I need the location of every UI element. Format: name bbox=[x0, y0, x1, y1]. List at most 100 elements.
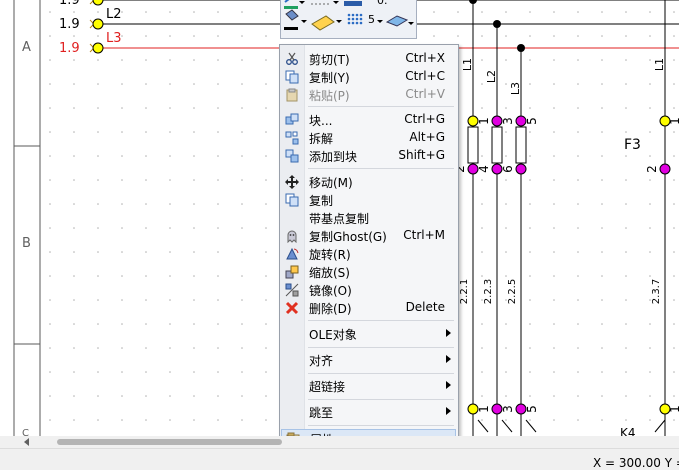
menu-item-label: 粘贴(P) bbox=[309, 89, 350, 103]
grid-dot bbox=[169, 371, 171, 373]
menu-item-align[interactable]: 对齐 bbox=[281, 351, 456, 369]
grid-dot bbox=[625, 419, 627, 421]
menu-item-block[interactable]: 块... Ctrl+G bbox=[281, 111, 456, 129]
grid-dot bbox=[121, 323, 123, 325]
grid-dot bbox=[601, 59, 603, 61]
grid-dot bbox=[529, 323, 531, 325]
chevron-down-icon[interactable] bbox=[299, 1, 305, 4]
grid-dot bbox=[169, 395, 171, 397]
component-label[interactable]: F3 bbox=[624, 137, 641, 153]
grid-value[interactable]: 5 bbox=[368, 13, 375, 26]
line-weight-value[interactable]: 0. bbox=[377, 0, 388, 7]
grid-dot bbox=[97, 275, 99, 277]
scrollbar-thumb[interactable] bbox=[57, 439, 282, 445]
grid-dot bbox=[265, 371, 267, 373]
grid-dot bbox=[49, 299, 51, 301]
menu-item-ole-object[interactable]: OLE对象 bbox=[281, 325, 456, 343]
grid-dot bbox=[649, 107, 651, 109]
layer-icon[interactable] bbox=[385, 15, 409, 27]
menu-item-cut[interactable]: 剪切(T) Ctrl+X bbox=[281, 50, 456, 68]
pen-color-icon[interactable] bbox=[284, 0, 298, 9]
row-value: 1.9 bbox=[59, 0, 80, 8]
grid-icon[interactable] bbox=[347, 13, 363, 25]
grid-dot bbox=[121, 107, 123, 109]
grid-dot bbox=[217, 227, 219, 229]
grid-dot bbox=[625, 35, 627, 37]
grid-dot bbox=[97, 59, 99, 61]
menu-item-label: 块... bbox=[309, 114, 333, 128]
menu-item-scale[interactable]: 缩放(S) bbox=[281, 263, 456, 281]
menu-item-paste[interactable]: 粘贴(P) Ctrl+V bbox=[281, 86, 456, 104]
grid-dot bbox=[529, 275, 531, 277]
menu-item-ghost-copy[interactable]: 复制Ghost(G) Ctrl+M bbox=[281, 227, 456, 245]
chevron-down-icon[interactable] bbox=[377, 20, 383, 23]
fuse-body[interactable] bbox=[491, 126, 503, 164]
grid-dot bbox=[121, 395, 123, 397]
grid-dot bbox=[217, 299, 219, 301]
chevron-down-icon[interactable] bbox=[336, 20, 342, 23]
menu-item-add-to-block[interactable]: 添加到块 Shift+G bbox=[281, 147, 456, 165]
terminal-symbol[interactable] bbox=[89, 18, 104, 30]
grid-dot bbox=[481, 227, 483, 229]
grid-dot bbox=[193, 419, 195, 421]
cross-reference[interactable]: 2.3.7 bbox=[651, 279, 662, 304]
menu-item-hyperlink[interactable]: 超链接 bbox=[281, 377, 456, 395]
menu-item-move[interactable]: 移动(M) bbox=[281, 173, 456, 191]
menu-item-delete[interactable]: 删除(D) Delete bbox=[281, 299, 456, 317]
menu-item-label: 镜像(O) bbox=[309, 284, 352, 298]
grid-dot bbox=[121, 179, 123, 181]
fuse-body[interactable] bbox=[515, 126, 527, 164]
grid-dot bbox=[193, 155, 195, 157]
menu-item-label: 缩放(S) bbox=[309, 266, 350, 280]
grid-dot bbox=[193, 107, 195, 109]
grid-dot bbox=[601, 299, 603, 301]
chevron-down-icon[interactable] bbox=[333, 1, 339, 4]
grid-dot bbox=[601, 11, 603, 13]
cross-reference[interactable]: 2.2.5 bbox=[507, 279, 518, 304]
menu-item-copy-with-base-point[interactable]: 带基点复制 bbox=[281, 209, 456, 227]
terminal-symbol[interactable] bbox=[89, 0, 104, 6]
grid-dot bbox=[217, 203, 219, 205]
row-value: 1.9 bbox=[59, 41, 80, 56]
grid-dot bbox=[73, 299, 75, 301]
terminal-symbol[interactable] bbox=[89, 42, 104, 54]
grid-dot bbox=[673, 155, 675, 157]
grid-dot bbox=[649, 323, 651, 325]
menu-item-shortcut: Alt+G bbox=[409, 130, 445, 144]
grid-dot bbox=[97, 179, 99, 181]
grid-dot bbox=[73, 371, 75, 373]
grid-dot bbox=[193, 203, 195, 205]
menu-item-explode[interactable]: 拆解 Alt+G bbox=[281, 129, 456, 147]
scroll-left-icon[interactable] bbox=[24, 438, 29, 446]
grid-dot bbox=[529, 251, 531, 253]
menu-item-label: 添加到块 bbox=[309, 150, 358, 164]
grid-dot bbox=[577, 11, 579, 13]
horizontal-scrollbar[interactable] bbox=[0, 436, 679, 448]
chevron-down-icon[interactable] bbox=[301, 20, 307, 23]
menu-item-mirror[interactable]: 镜像(O) bbox=[281, 281, 456, 299]
fill-color-icon[interactable] bbox=[284, 9, 299, 30]
grid-dot bbox=[577, 83, 579, 85]
vertical-wire-label: L3 bbox=[509, 81, 523, 96]
component-label[interactable]: K4 bbox=[620, 426, 636, 436]
grid-dot bbox=[577, 35, 579, 37]
grid-dot bbox=[601, 251, 603, 253]
junction-dot bbox=[469, 0, 477, 4]
cross-reference[interactable]: 2.2.3 bbox=[483, 279, 494, 304]
grid-dot bbox=[193, 299, 195, 301]
menu-item-rotate[interactable]: 旋转(R) bbox=[281, 245, 456, 263]
fuse-body[interactable] bbox=[467, 126, 479, 164]
grid-dot bbox=[673, 131, 675, 133]
grid-dot bbox=[529, 347, 531, 349]
grid-dot bbox=[505, 59, 507, 61]
cross-reference[interactable]: 2.2.1 bbox=[459, 279, 470, 304]
chevron-down-icon[interactable] bbox=[408, 22, 414, 25]
hatch-icon[interactable] bbox=[311, 15, 335, 31]
grid-dot bbox=[553, 179, 555, 181]
menu-item-duplicate[interactable]: 复制 bbox=[281, 191, 456, 209]
grid-dot bbox=[601, 323, 603, 325]
menu-item-copy[interactable]: 复制(Y) Ctrl+C bbox=[281, 68, 456, 86]
grid-dot bbox=[505, 203, 507, 205]
line-weight-icon[interactable] bbox=[344, 1, 362, 6]
menu-item-jump-to[interactable]: 跳至 bbox=[281, 403, 456, 421]
